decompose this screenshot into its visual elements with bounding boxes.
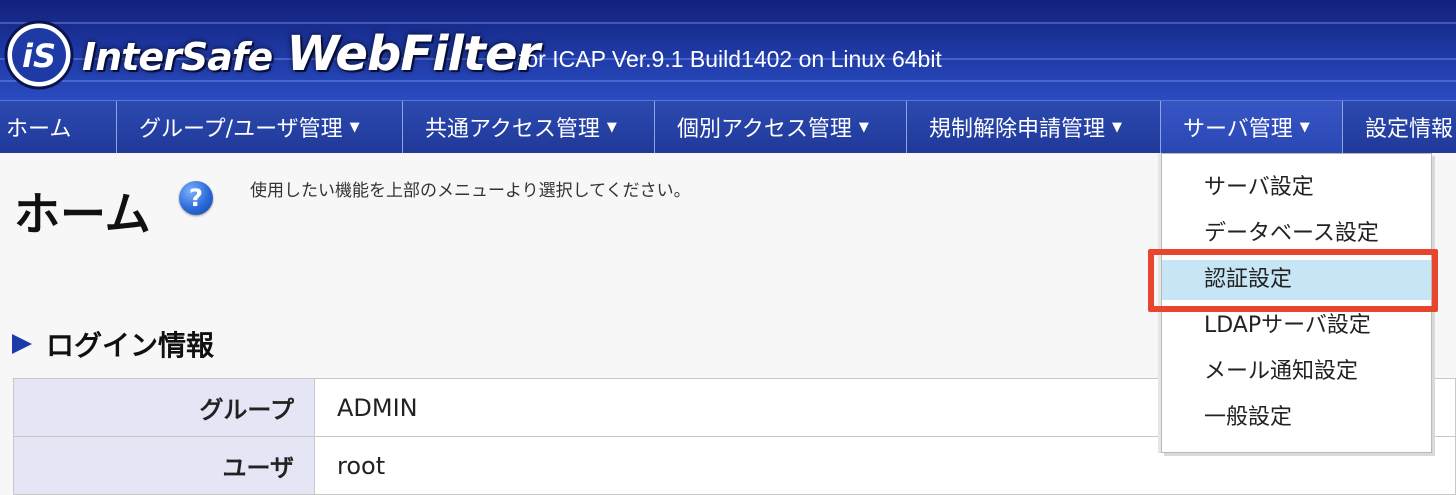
menu-item-mail-notify-settings[interactable]: メール通知設定 [1162,352,1431,392]
chevron-down-icon: ▼ [858,119,869,135]
page-title: ホーム [14,187,151,241]
intersafe-logo-icon: iS [4,20,74,90]
callout-highlight-box [1148,249,1438,312]
product-logo-text: InterSafe WebFilter [82,30,540,79]
nav-item-group-user[interactable]: グループ/ユーザ管理 ▼ [117,101,403,153]
help-icon[interactable]: ? [179,181,213,215]
logo-text-prefix: InterSafe [82,35,273,79]
main-nav: ホーム グループ/ユーザ管理 ▼ 共通アクセス管理 ▼ 個別アクセス管理 ▼ 規… [0,100,1456,153]
chevron-down-icon: ▼ [349,119,360,135]
chevron-down-icon: ▼ [1299,119,1310,135]
logo-mark-text: iS [22,37,56,75]
row-label-group: グループ [13,378,315,437]
nav-item-label: 共通アクセス管理 [425,117,600,142]
nav-item-home[interactable]: ホーム [0,101,117,153]
section-heading-label: ログイン情報 [46,329,215,362]
app-banner: iS InterSafe WebFilter for ICAP Ver.9.1 … [0,0,1456,100]
nav-item-server-management[interactable]: サーバ管理 ▼ [1161,101,1343,153]
row-label-user: ユーザ [13,436,315,495]
chevron-down-icon: ▼ [606,119,617,135]
version-text: for ICAP Ver.9.1 Build1402 on Linux 64bi… [519,46,942,72]
nav-item-individual-access[interactable]: 個別アクセス管理 ▼ [655,101,907,153]
nav-item-label: サーバ管理 [1183,117,1293,142]
nav-item-label: グループ/ユーザ管理 [139,117,343,142]
menu-item-ldap-settings[interactable]: LDAPサーバ設定 [1162,306,1431,346]
banner-stripe [0,80,1456,82]
menu-item-general-settings[interactable]: 一般設定 [1162,398,1431,438]
banner-stripe [0,22,1456,24]
nav-item-label: ホーム [6,117,72,142]
nav-item-label: 規制解除申請管理 [929,117,1106,142]
nav-item-label: 個別アクセス管理 [677,117,852,142]
page-hint: 使用したい機能を上部のメニューより選択してください。 [250,181,691,201]
menu-item-database-settings[interactable]: データベース設定 [1162,214,1431,254]
chevron-down-icon: ▼ [1112,119,1123,135]
nav-item-settings-info[interactable]: 設定情報 [1343,101,1456,153]
nav-item-label: 設定情報 [1365,117,1454,142]
nav-item-common-access[interactable]: 共通アクセス管理 ▼ [403,101,655,153]
menu-item-server-settings[interactable]: サーバ設定 [1162,168,1431,208]
nav-item-release-request[interactable]: 規制解除申請管理 ▼ [907,101,1161,153]
triangle-right-icon [12,334,32,354]
logo-text-suffix: WebFilter [286,26,541,82]
section-heading: ログイン情報 [12,324,214,364]
